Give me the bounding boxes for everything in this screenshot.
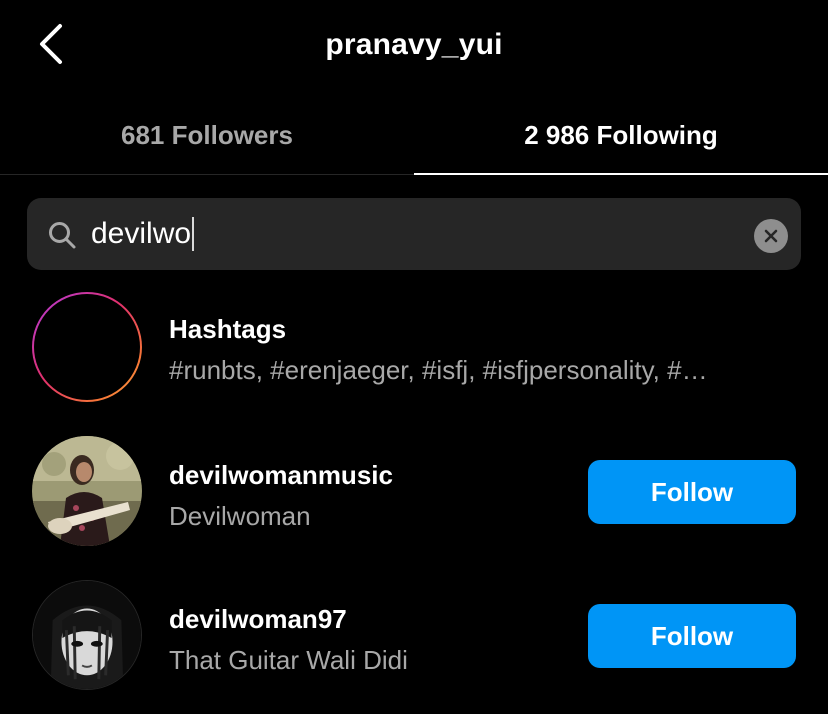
follow-button[interactable]: Follow <box>588 460 796 524</box>
tab-following[interactable]: 2 986 Following <box>414 96 828 174</box>
tab-bar: 681 Followers 2 986 Following <box>0 96 828 176</box>
text-caret <box>192 217 195 251</box>
hashtags-result[interactable]: Hashtags #runbts, #erenjaeger, #isfj, #i… <box>0 292 828 426</box>
follow-button[interactable]: Follow <box>588 604 796 668</box>
full-name: Devilwoman <box>169 501 311 531</box>
user-result[interactable]: devilwoman97 That Guitar Wali Didi Follo… <box>0 580 828 714</box>
clear-icon <box>764 229 778 243</box>
search-icon <box>49 222 76 249</box>
page-title: pranavy_yui <box>325 28 503 61</box>
avatar <box>32 580 142 690</box>
search-input-text: devilwo <box>91 217 192 250</box>
tab-divider <box>0 174 414 175</box>
tab-followers[interactable]: 681 Followers <box>0 96 414 174</box>
user-result[interactable]: devilwomanmusic Devilwoman Follow <box>0 436 828 570</box>
username: devilwoman97 <box>169 604 347 634</box>
hashtags-title: Hashtags <box>169 314 287 344</box>
user-text: devilwomanmusic Devilwoman <box>169 460 393 532</box>
hashtags-list: #runbts, #erenjaeger, #isfj, #isfjperson… <box>169 355 708 385</box>
username: devilwomanmusic <box>169 460 393 490</box>
user-text: devilwoman97 That Guitar Wali Didi <box>169 604 408 676</box>
hashtag-icon <box>62 317 112 377</box>
avatar <box>32 436 142 546</box>
following-screen: pranavy_yui 681 Followers 2 986 Followin… <box>0 0 828 714</box>
hashtags-text: Hashtags #runbts, #erenjaeger, #isfj, #i… <box>169 314 789 386</box>
search-bar[interactable]: devilwo <box>27 198 801 270</box>
active-tab-indicator <box>414 173 828 175</box>
search-input[interactable]: devilwo <box>91 212 731 256</box>
hashtag-avatar <box>32 292 142 402</box>
full-name: That Guitar Wali Didi <box>169 645 408 675</box>
clear-search-button[interactable] <box>754 219 788 253</box>
top-bar: pranavy_yui <box>0 0 828 94</box>
